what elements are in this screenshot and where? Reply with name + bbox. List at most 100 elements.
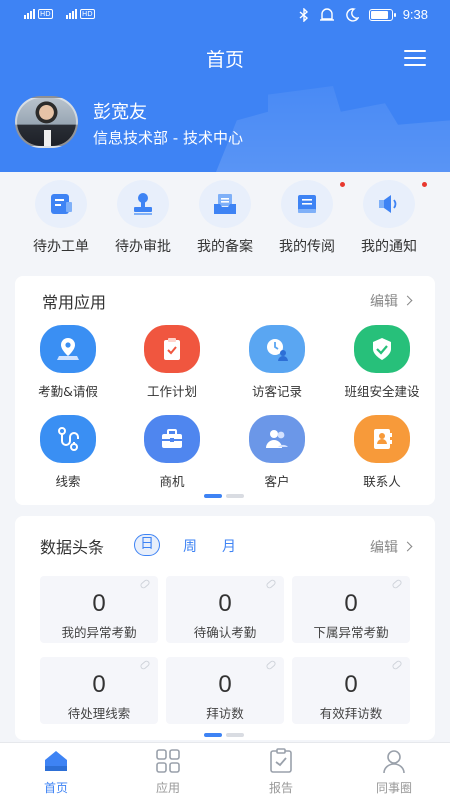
period-week-tab[interactable]: 周 xyxy=(183,536,197,556)
contact-book-icon xyxy=(374,429,392,449)
edit-data-button[interactable]: 编辑 xyxy=(370,537,413,557)
customers-icon xyxy=(266,430,288,448)
route-icon xyxy=(58,427,79,451)
stat-value: 0 xyxy=(92,590,106,617)
app-visitor-records[interactable]: 访客记录 xyxy=(222,325,332,400)
stat-subordinate-abnormal[interactable]: 0 下属异常考勤 xyxy=(292,576,410,643)
header: HD HD 9:38 首页 彭宽友 信息技术部 - 技术中心 xyxy=(0,0,450,172)
colleague-icon xyxy=(383,750,405,774)
app-attendance[interactable]: 考勤&请假 xyxy=(13,325,123,400)
app-opportunities[interactable]: 商机 xyxy=(117,415,227,490)
bottom-tab-bar: 首页 应用 报告 同事圈 xyxy=(0,742,450,800)
quick-action-filing[interactable]: 我的备案 xyxy=(185,180,265,256)
user-department: 信息技术部 - 技术中心 xyxy=(93,129,243,147)
app-work-plan[interactable]: 工作计划 xyxy=(117,325,227,400)
quick-action-approval[interactable]: 待办审批 xyxy=(103,180,183,256)
stat-label: 待确认考勤 xyxy=(193,625,257,640)
signal-hd-label: HD xyxy=(38,9,53,19)
quick-action-label: 我的传阅 xyxy=(279,239,335,255)
book-icon xyxy=(298,195,316,213)
data-page-indicator xyxy=(204,733,244,737)
section-title: 常用应用 xyxy=(42,293,107,312)
chevron-right-icon xyxy=(402,295,413,306)
status-time: 9:38 xyxy=(402,7,428,22)
stat-value: 0 xyxy=(218,671,232,698)
notification-dot xyxy=(340,182,345,187)
quick-action-notice[interactable]: 我的通知 xyxy=(349,180,429,256)
common-apps-card: 常用应用 编辑 考勤&请假 工作计划 访客记录 班组安全建设 线索 商机 客户 … xyxy=(15,276,435,505)
stat-value: 0 xyxy=(218,590,232,617)
user-name: 彭宽友 xyxy=(93,102,147,123)
quick-action-label: 我的通知 xyxy=(361,239,417,255)
app-customers[interactable]: 客户 xyxy=(222,415,332,490)
moon-icon xyxy=(345,7,359,22)
app-label: 商机 xyxy=(159,474,185,489)
notification-dot xyxy=(422,182,427,187)
alarm-bell-icon xyxy=(319,7,334,21)
quick-action-circulate[interactable]: 我的传阅 xyxy=(267,180,347,256)
edit-label: 编辑 xyxy=(370,294,398,310)
data-headlines-card: 数据头条 日 周 月 编辑 0 我的异常考勤 0 待确认考勤 0 下属异常考勤 … xyxy=(15,516,435,740)
apps-page-indicator xyxy=(204,494,244,498)
app-label: 访客记录 xyxy=(251,384,302,399)
report-icon xyxy=(270,748,292,773)
tab-apps[interactable]: 应用 xyxy=(112,747,224,796)
app-label: 考勤&请假 xyxy=(38,384,98,399)
app-label: 线索 xyxy=(55,474,81,489)
battery-icon xyxy=(368,8,396,21)
filing-tray-icon xyxy=(214,194,236,214)
apps-grid-icon xyxy=(156,749,180,773)
stat-visits[interactable]: 0 拜访数 xyxy=(166,657,284,724)
link-icon xyxy=(139,659,151,671)
clipboard-check-icon xyxy=(164,338,180,360)
shield-check-icon xyxy=(373,338,391,360)
location-pin-icon xyxy=(57,338,79,360)
stat-valid-visits[interactable]: 0 有效拜访数 xyxy=(292,657,410,724)
page-title: 首页 xyxy=(205,49,244,71)
menu-button[interactable] xyxy=(404,50,426,66)
section-title: 数据头条 xyxy=(40,538,105,557)
tab-home[interactable]: 首页 xyxy=(0,747,112,796)
briefcase-icon xyxy=(162,429,182,448)
app-team-safety[interactable]: 班组安全建设 xyxy=(327,325,437,400)
link-icon xyxy=(265,578,277,590)
app-label: 客户 xyxy=(264,474,290,489)
stat-value: 0 xyxy=(344,671,358,698)
quick-action-todo-ticket[interactable]: 待办工单 xyxy=(21,180,101,256)
app-label: 班组安全建设 xyxy=(344,384,420,399)
todo-ticket-icon xyxy=(51,194,72,214)
tab-reports[interactable]: 报告 xyxy=(225,747,337,796)
stat-pending-attendance[interactable]: 0 待确认考勤 xyxy=(166,576,284,643)
quick-action-label: 待办工单 xyxy=(33,239,89,255)
quick-action-label: 我的备案 xyxy=(197,239,253,255)
stat-label: 下属异常考勤 xyxy=(313,625,389,640)
bluetooth-icon xyxy=(299,7,308,22)
tab-colleagues[interactable]: 同事圈 xyxy=(338,747,450,796)
link-icon xyxy=(139,578,151,590)
period-day-tab[interactable]: 日 xyxy=(134,534,160,556)
home-icon xyxy=(45,751,67,771)
visitor-clock-icon xyxy=(267,339,288,361)
stat-pending-leads[interactable]: 0 待处理线索 xyxy=(40,657,158,724)
stat-label: 有效拜访数 xyxy=(319,706,383,721)
app-leads[interactable]: 线索 xyxy=(13,415,123,490)
stat-label: 我的异常考勤 xyxy=(61,625,137,640)
avatar[interactable] xyxy=(15,96,78,148)
app-label: 联系人 xyxy=(363,474,401,489)
signal-icon-2: HD xyxy=(66,9,95,19)
edit-apps-button[interactable]: 编辑 xyxy=(370,291,413,311)
stat-label: 拜访数 xyxy=(206,706,244,721)
stat-value: 0 xyxy=(344,590,358,617)
stat-my-abnormal-attendance[interactable]: 0 我的异常考勤 xyxy=(40,576,158,643)
tab-label: 报告 xyxy=(268,781,293,795)
tab-label: 首页 xyxy=(43,781,68,795)
period-month-tab[interactable]: 月 xyxy=(222,536,236,556)
tab-label: 应用 xyxy=(155,781,180,795)
chevron-right-icon xyxy=(402,541,413,552)
quick-action-label: 待办审批 xyxy=(115,239,171,255)
quick-actions: 待办工单 待办审批 我的备案 我的传阅 我的通知 xyxy=(0,172,450,264)
app-contacts[interactable]: 联系人 xyxy=(327,415,437,490)
approval-stamp-icon xyxy=(134,193,152,215)
signal-hd-label-2: HD xyxy=(80,9,95,19)
stat-value: 0 xyxy=(92,671,106,698)
